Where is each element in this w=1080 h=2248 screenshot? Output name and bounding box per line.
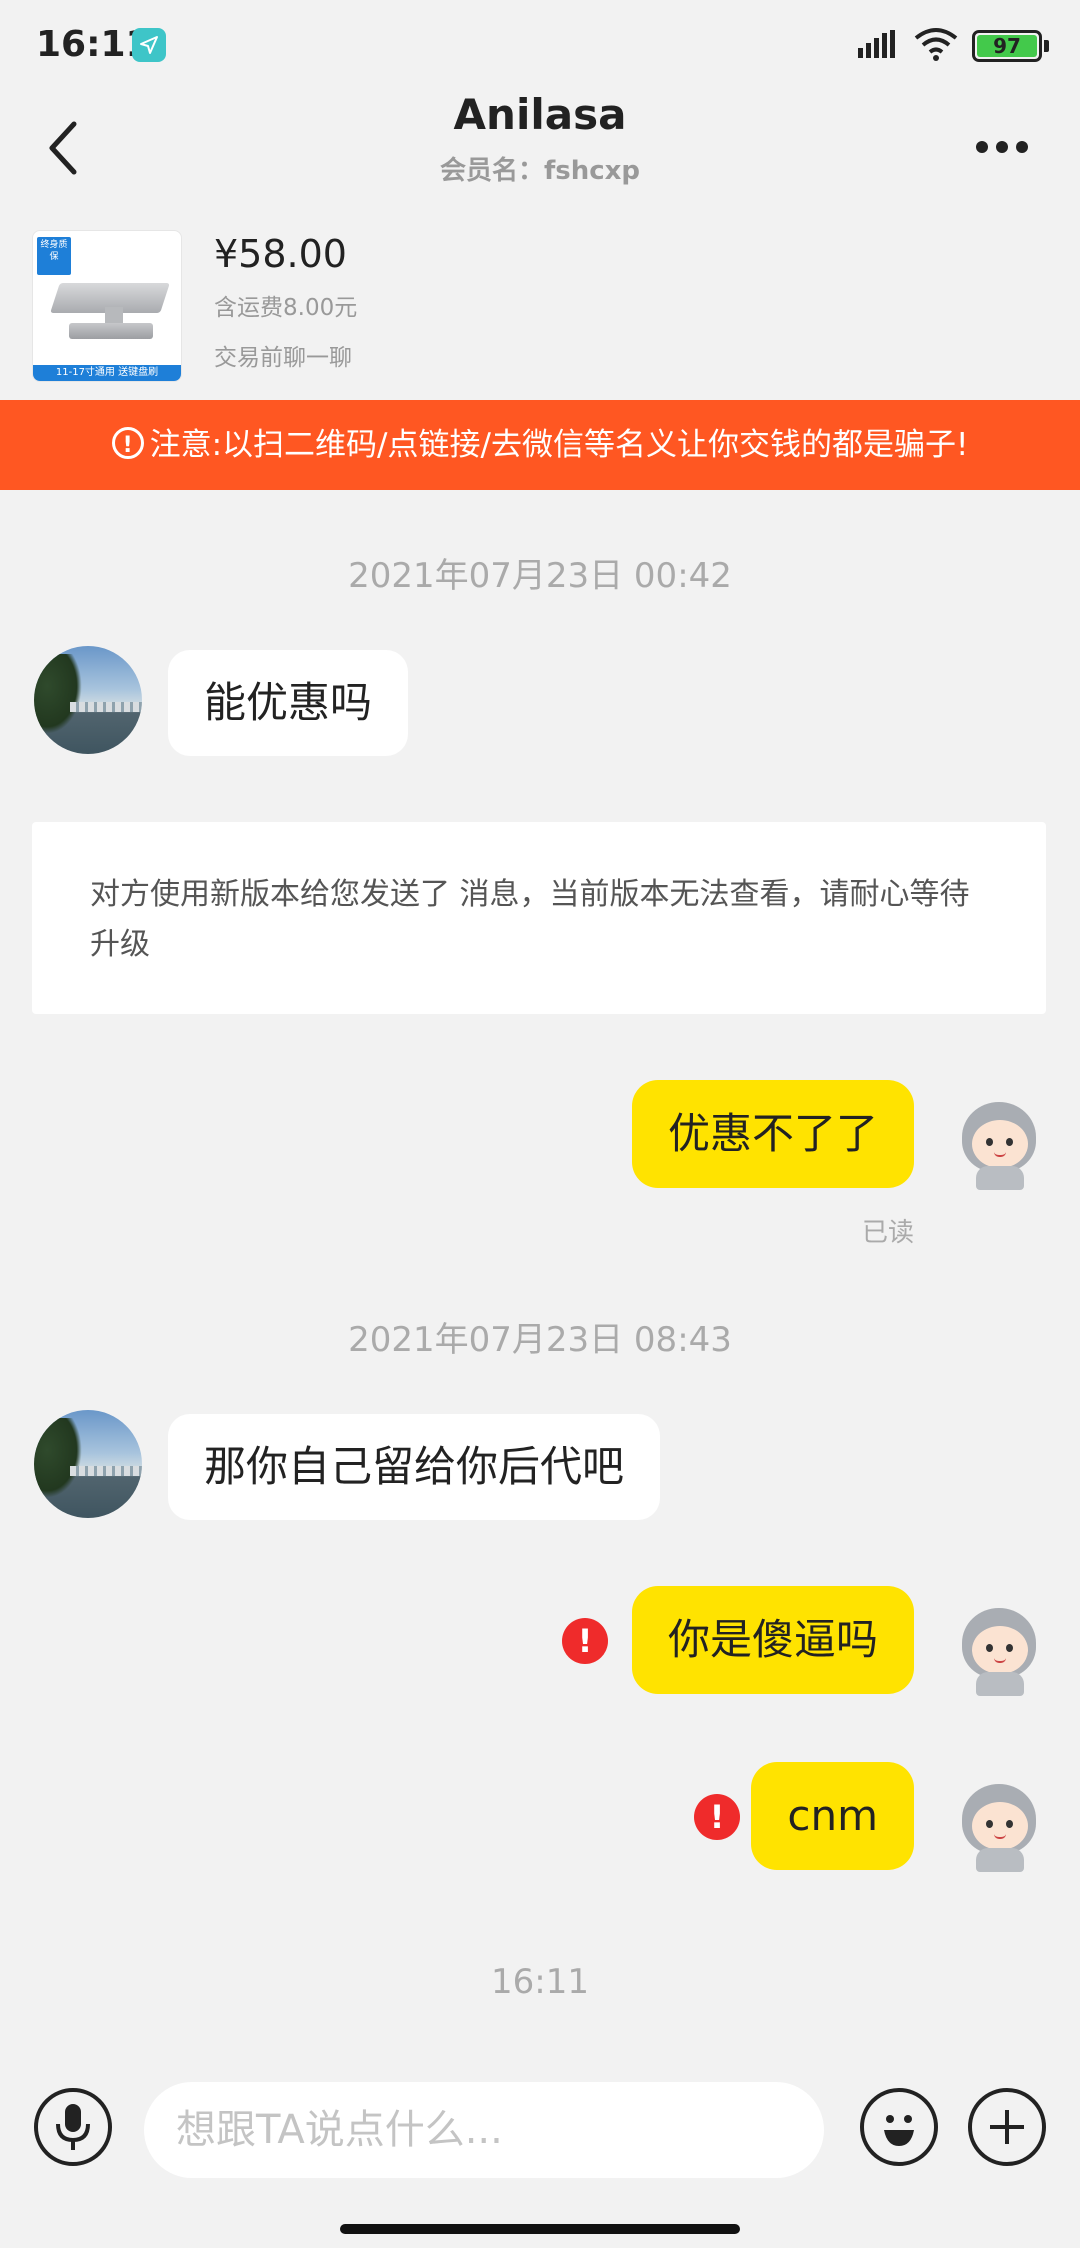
avatar[interactable]: [34, 1410, 142, 1518]
timestamp: 16:11: [491, 1962, 589, 2002]
message-bubble-sent[interactable]: 你是傻逼吗: [631, 1586, 914, 1694]
signal-icon: [858, 30, 902, 64]
emoji-button[interactable]: [860, 2088, 938, 2166]
battery-level: 97: [993, 34, 1021, 58]
read-receipt: 已读: [861, 1218, 914, 1248]
avatar[interactable]: [954, 1606, 1044, 1696]
message-bubble-sent[interactable]: 优惠不了了: [631, 1080, 914, 1188]
fraud-warning-banner: 注意:以扫二维码/点链接/去微信等名义让你交钱的都是骗子!: [0, 400, 1080, 491]
message-bubble-sent[interactable]: cnm: [751, 1762, 914, 1870]
timestamp: 2021年07月23日 00:42: [348, 556, 732, 596]
wifi-icon: [914, 26, 958, 66]
chat-prompt: 交易前聊一聊: [214, 345, 352, 371]
product-thumbnail[interactable]: 终身质保 11-17寸通用 送键盘刷: [32, 230, 182, 382]
send-failed-icon[interactable]: !: [562, 1618, 608, 1664]
alert-circle-icon: [111, 401, 144, 491]
product-badge: 终身质保: [37, 237, 71, 275]
battery-icon: 97: [972, 30, 1042, 62]
emoji-icon: [884, 2115, 914, 2146]
product-image-caption: 11-17寸通用 送键盘刷: [33, 365, 181, 381]
avatar[interactable]: [954, 1100, 1044, 1190]
page-title: Anilasa: [453, 90, 627, 139]
send-failed-icon[interactable]: !: [694, 1794, 740, 1840]
unsupported-message-notice: 对方使用新版本给您发送了 消息，当前版本无法查看，请耐心等待升级: [32, 822, 1046, 1014]
warning-text: 注意:以扫二维码/点链接/去微信等名义让你交钱的都是骗子!: [149, 427, 969, 463]
voice-button[interactable]: [34, 2088, 112, 2166]
member-name: 会员名：fshcxp: [439, 156, 641, 186]
message-bubble-received[interactable]: 那你自己留给你后代吧: [168, 1414, 661, 1520]
more-dots-icon: [976, 141, 988, 153]
message-bubble-received[interactable]: 能优惠吗: [168, 650, 409, 756]
more-actions-button[interactable]: [968, 2088, 1046, 2166]
shipping-fee: 含运费8.00元: [214, 295, 358, 321]
product-card[interactable]: 终身质保 11-17寸通用 送键盘刷 ¥58.00 含运费8.00元 交易前聊一…: [0, 218, 1080, 400]
product-price: ¥58.00: [214, 232, 347, 276]
message-input-bar: [0, 2068, 1080, 2208]
status-bar: 16:11 97: [0, 0, 1080, 100]
home-indicator[interactable]: [340, 2224, 740, 2234]
more-button[interactable]: [976, 138, 1040, 158]
chat-header: Anilasa 会员名：fshcxp: [0, 90, 1080, 210]
avatar[interactable]: [954, 1782, 1044, 1872]
message-input[interactable]: [144, 2082, 824, 2178]
plus-icon: [990, 2110, 1024, 2144]
microphone-icon: [56, 2104, 90, 2150]
avatar[interactable]: [34, 646, 142, 754]
navigation-icon: [132, 28, 166, 62]
timestamp: 2021年07月23日 08:43: [348, 1320, 732, 1360]
